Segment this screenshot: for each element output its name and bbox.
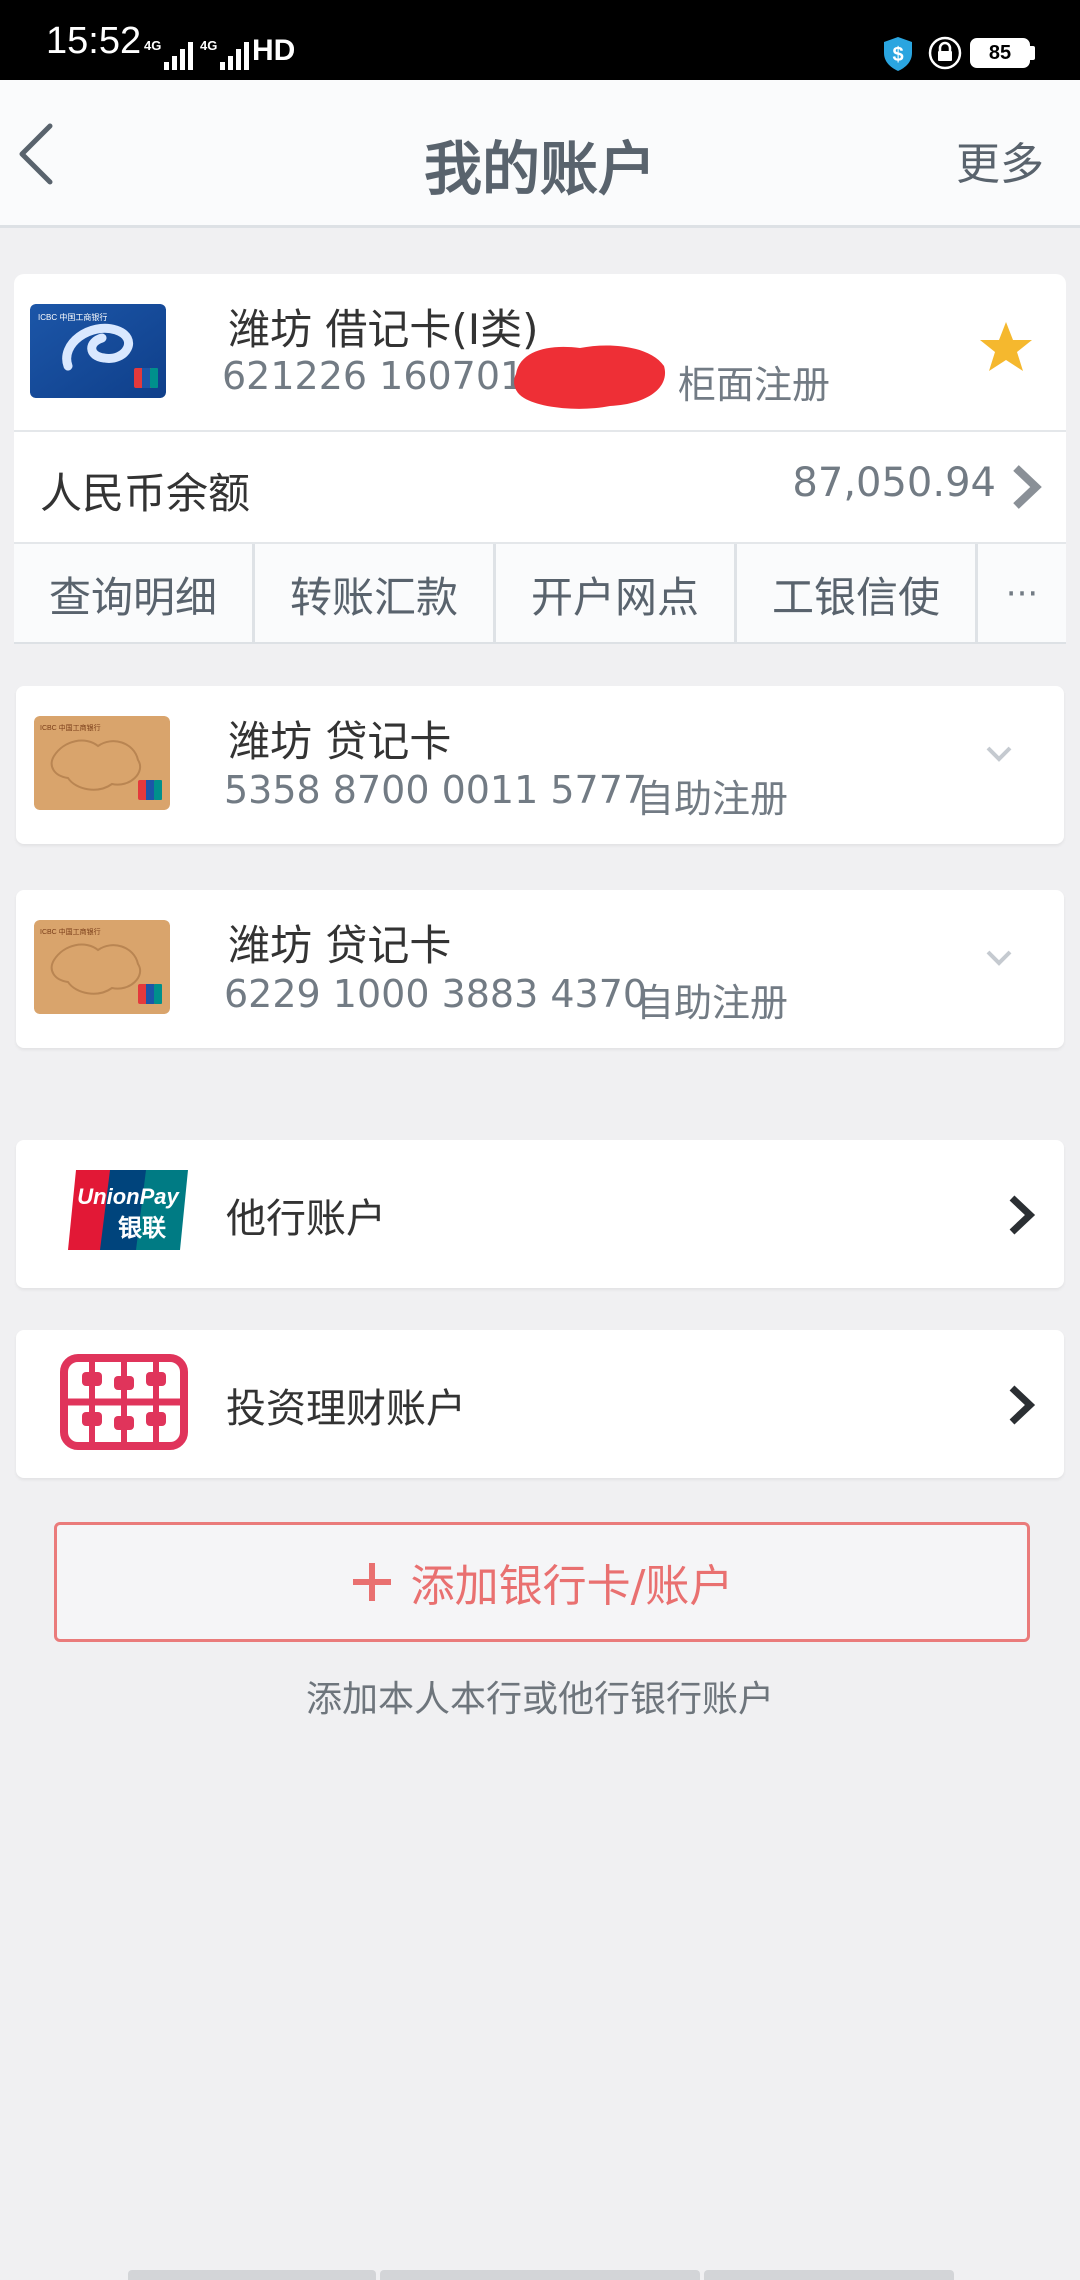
account-name: 潍坊 借记卡(I类): [228, 305, 539, 354]
svg-text:4G: 4G: [144, 38, 161, 53]
nav-indicator: [380, 2270, 700, 2280]
security-shield-icon: $: [884, 37, 912, 71]
registration-status: 自助注册: [636, 777, 789, 821]
status-bar: 15:52 4G 4G HD $ 85: [0, 0, 1080, 80]
hd-badge: HD: [252, 34, 296, 67]
chevron-right-icon[interactable]: [1008, 462, 1044, 512]
more-actions-button[interactable]: ···: [978, 544, 1066, 644]
credit-card-number: 5358 8700 0011 5777: [224, 768, 648, 812]
credit-card-name: 潍坊 贷记卡: [228, 717, 452, 766]
nav-indicator: [128, 2270, 376, 2280]
credit-card-image: ICBC 中国工商银行: [34, 716, 170, 810]
favorite-star-icon[interactable]: [976, 318, 1036, 378]
unionpay-logo: UnionPay 银联: [68, 1170, 188, 1250]
chevron-right-icon: [1009, 1385, 1036, 1425]
credit-card-image: ICBC 中国工商银行: [34, 920, 170, 1014]
svg-text:银联: 银联: [118, 1214, 166, 1242]
status-time: 15:52: [46, 20, 142, 62]
account-actions: 查询明细 转账汇款 开户网点 工银信使 ···: [14, 544, 1066, 644]
lock-rotation-icon: [928, 36, 962, 70]
nav-bar: 我的账户 更多: [0, 80, 1080, 228]
credit-card-number: 6229 1000 3883 4370: [224, 972, 648, 1016]
investment-label: 投资理财账户: [226, 1386, 466, 1432]
credit-card-item[interactable]: ICBC 中国工商银行 潍坊 贷记卡 5358 8700 0011 5777 自…: [16, 686, 1064, 844]
signal-icon-2: 4G: [200, 38, 249, 70]
svg-text:4G: 4G: [200, 38, 217, 53]
investment-accounts-row[interactable]: 投资理财账户: [16, 1330, 1064, 1478]
svg-text:ICBC 中国工商银行: ICBC 中国工商银行: [40, 723, 101, 732]
balance-label: 人民币余额: [40, 469, 251, 518]
account-number: 621226 1607012: [222, 354, 549, 398]
nav-indicator: [704, 2270, 954, 2280]
credit-card-item[interactable]: ICBC 中国工商银行 潍坊 贷记卡 6229 1000 3883 4370 自…: [16, 890, 1064, 1048]
other-bank-label: 他行账户: [226, 1196, 386, 1242]
add-account-button[interactable]: 添加银行卡/账户: [54, 1522, 1030, 1642]
svg-text:ICBC 中国工商银行: ICBC 中国工商银行: [38, 312, 107, 322]
chevron-down-icon[interactable]: [982, 742, 1016, 766]
divider: [14, 430, 1066, 432]
icbc-debit-card-image[interactable]: ICBC 中国工商银行: [30, 304, 166, 398]
balance-value[interactable]: 87,050.94: [792, 460, 996, 506]
chevron-down-icon[interactable]: [982, 946, 1016, 970]
svg-text:ICBC 中国工商银行: ICBC 中国工商银行: [40, 927, 101, 936]
registration-status: 柜面注册: [678, 363, 831, 407]
signal-icon-1: 4G: [144, 38, 193, 70]
credit-card-name: 潍坊 贷记卡: [228, 921, 452, 970]
plus-icon: [352, 1563, 391, 1601]
other-bank-accounts-row[interactable]: UnionPay 银联 他行账户: [16, 1140, 1064, 1288]
icbc-messenger-button[interactable]: 工银信使: [737, 544, 978, 644]
transfer-button[interactable]: 转账汇款: [255, 544, 496, 644]
battery-tip: [1030, 46, 1035, 60]
divider: [14, 642, 1066, 644]
add-account-hint: 添加本人本行或他行银行账户: [305, 1679, 774, 1720]
page-title: 我的账户: [423, 135, 656, 203]
abacus-icon: [60, 1354, 188, 1450]
query-details-button[interactable]: 查询明细: [14, 544, 255, 644]
redaction-scribble: [514, 345, 666, 409]
add-account-label: 添加银行卡/账户: [410, 1561, 734, 1612]
more-button[interactable]: 更多: [956, 128, 1044, 192]
chevron-right-icon: [1009, 1195, 1036, 1235]
svg-text:$: $: [892, 44, 903, 66]
svg-text:UnionPay: UnionPay: [77, 1184, 180, 1209]
branch-button[interactable]: 开户网点: [496, 544, 737, 644]
registration-status: 自助注册: [636, 981, 789, 1025]
battery-indicator: 85: [970, 38, 1030, 68]
